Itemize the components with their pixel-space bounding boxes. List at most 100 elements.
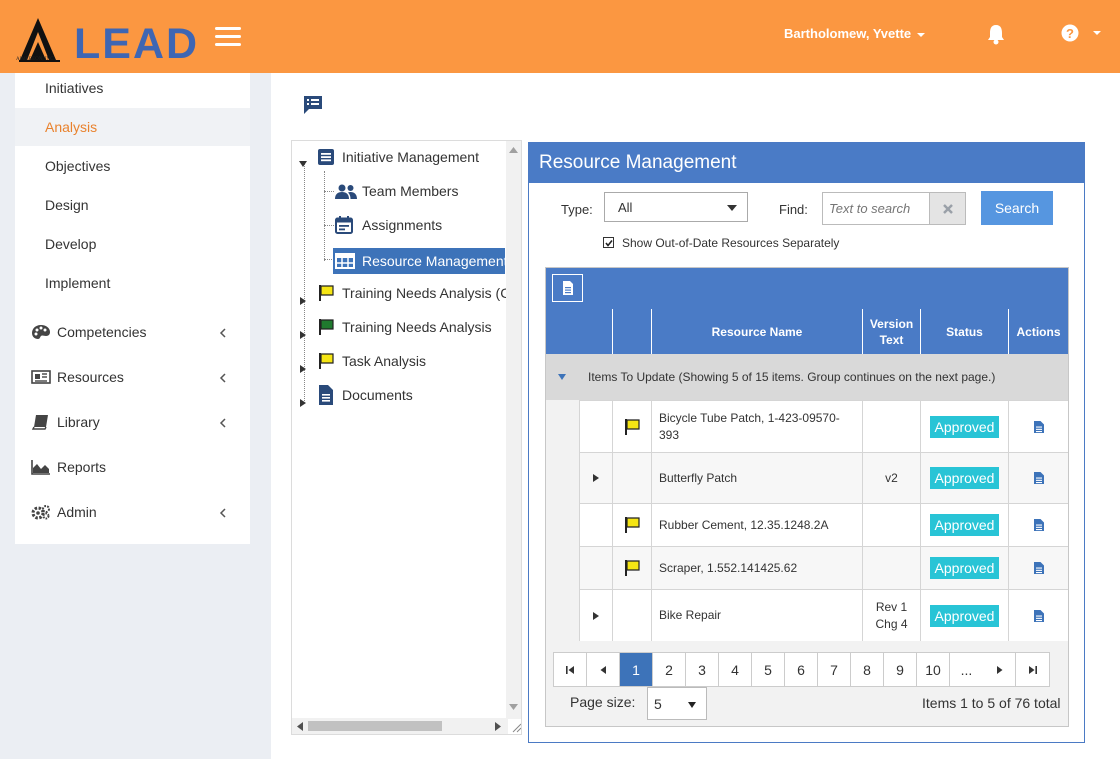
tree-node-team-members[interactable]: Team Members <box>335 178 505 204</box>
more-pages-button[interactable]: ... <box>950 653 983 686</box>
actions-cell[interactable] <box>1008 547 1068 589</box>
row-flag-cell <box>612 590 651 641</box>
tree-scroll-thumb[interactable] <box>308 721 442 731</box>
triangle-right-icon <box>300 365 306 373</box>
help-menu[interactable]: ? <box>1061 24 1101 47</box>
find-input[interactable] <box>822 192 930 225</box>
page-button[interactable]: 3 <box>686 653 719 686</box>
version-text: v2 <box>885 470 898 485</box>
tree-horizontal-scrollbar[interactable] <box>292 718 508 734</box>
document-icon <box>319 385 333 405</box>
pager: 1 2 3 4 5 6 7 8 9 10... <box>553 652 1050 687</box>
header-version-text[interactable]: Version Text <box>862 309 920 354</box>
export-button[interactable] <box>552 274 583 302</box>
tree-node-assignments[interactable]: Assignments <box>335 212 505 238</box>
status-badge[interactable]: Approved <box>929 514 1000 536</box>
prev-page-button[interactable] <box>587 653 620 686</box>
tree-expand-toggle[interactable] <box>299 360 307 373</box>
page-button[interactable]: 1 <box>620 653 653 686</box>
find-label: Find: <box>779 202 808 217</box>
actions-cell[interactable] <box>1008 504 1068 546</box>
initiative-tree[interactable]: Initiative Management Team Members Assig… <box>291 140 522 735</box>
tree-connector <box>324 171 325 261</box>
tree-node-training-needs-analysis-c[interactable]: Training Needs Analysis (C <box>317 280 517 306</box>
tree-node-task-analysis[interactable]: Task Analysis <box>317 348 517 374</box>
group-collapse-icon[interactable] <box>558 374 566 380</box>
tree-vertical-scrollbar[interactable] <box>506 141 521 719</box>
table-row[interactable]: Bicycle Tube Patch, 1-423-09570- 393 Appro… <box>579 400 1068 452</box>
row-expand-cell[interactable] <box>579 590 612 641</box>
header-status[interactable]: Status <box>920 309 1008 354</box>
header-expand-col <box>546 309 612 354</box>
search-button[interactable]: Search <box>981 191 1053 225</box>
status-badge[interactable]: Approved <box>929 415 1000 438</box>
type-select[interactable]: All <box>604 192 748 222</box>
page-button[interactable]: 5 <box>752 653 785 686</box>
bell-icon[interactable] <box>986 23 1006 45</box>
row-expand-icon[interactable] <box>593 611 599 620</box>
chevron-left-icon <box>219 418 226 428</box>
page-button[interactable]: 9 <box>884 653 917 686</box>
actions-cell[interactable] <box>1008 453 1068 503</box>
actions-cell[interactable] <box>1008 590 1068 641</box>
sidebar-item-initiatives[interactable]: Initiatives <box>15 69 250 107</box>
page-button[interactable]: 7 <box>818 653 851 686</box>
sidebar-item-implement[interactable]: Implement <box>15 264 250 302</box>
table-row[interactable]: Scraper, 1.552.141425.62 Approved <box>579 546 1068 589</box>
header-resource-name[interactable]: Resource Name <box>651 309 862 354</box>
grid-header: Resource Name Version Text Status Action… <box>546 309 1068 354</box>
document-icon <box>1033 519 1044 531</box>
tree-collapse-toggle[interactable] <box>299 155 307 167</box>
actions-cell[interactable] <box>1008 401 1068 452</box>
caret-down-icon <box>917 32 926 37</box>
page-button[interactable]: 8 <box>851 653 884 686</box>
row-expand-cell[interactable] <box>579 453 612 503</box>
sidebar-item-objectives[interactable]: Objectives <box>15 147 250 185</box>
tree-node-documents[interactable]: Documents <box>317 382 517 408</box>
resource-name: Butterfly Patch <box>659 470 738 485</box>
sidebar-item-library[interactable]: Library <box>15 403 250 441</box>
menu-toggle-icon[interactable] <box>215 27 241 47</box>
table-row[interactable]: Bike Repair Rev 1 Chg 4 Approved <box>579 589 1068 641</box>
company-name: AIMEREON, INC. <box>16 57 55 62</box>
sidebar-item-competencies[interactable]: Competencies <box>15 313 250 351</box>
row-flag-cell <box>612 504 651 546</box>
sidebar-item-reports[interactable]: Reports <box>15 448 250 486</box>
comment-list-icon[interactable] <box>302 95 324 115</box>
user-menu[interactable]: Bartholomew, Yvette <box>784 26 926 41</box>
sidebar-item-admin[interactable]: Admin <box>15 493 250 531</box>
tree-node-training-needs-analysis[interactable]: Training Needs Analysis <box>317 314 517 340</box>
status-badge[interactable]: Approved <box>929 467 1000 489</box>
sidebar-item-design[interactable]: Design <box>15 186 250 224</box>
status-badge[interactable]: Approved <box>929 604 1000 627</box>
resize-grip-icon[interactable] <box>510 721 522 733</box>
sidebar-item-resources[interactable]: Resources <box>15 358 250 396</box>
version-cell: v2 <box>862 453 920 503</box>
first-page-button[interactable] <box>554 653 587 686</box>
gears-icon <box>31 505 50 520</box>
out-of-date-checkbox[interactable] <box>603 237 614 248</box>
sidebar-item-develop[interactable]: Develop <box>15 225 250 263</box>
page-button[interactable]: 6 <box>785 653 818 686</box>
page-button[interactable]: 4 <box>719 653 752 686</box>
first-page-icon <box>565 665 574 674</box>
status-badge[interactable]: Approved <box>929 557 1000 579</box>
sidebar-item-analysis[interactable]: Analysis <box>15 108 250 146</box>
tree-expand-toggle[interactable] <box>299 292 307 305</box>
page-size-select[interactable]: 5 <box>647 687 707 720</box>
clear-search-button[interactable] <box>930 192 966 225</box>
tree-node-initiative-management[interactable]: Initiative Management <box>317 144 517 170</box>
page-button[interactable]: 2 <box>653 653 686 686</box>
page-button[interactable]: 10 <box>917 653 950 686</box>
last-page-button[interactable] <box>1016 653 1049 686</box>
next-page-button[interactable] <box>983 653 1016 686</box>
row-expand-icon[interactable] <box>593 474 599 482</box>
tree-expand-toggle[interactable] <box>299 326 307 339</box>
row-flag-cell <box>612 453 651 503</box>
tree-node-resource-management[interactable]: Resource Management <box>333 248 508 274</box>
table-row[interactable]: Rubber Cement, 12.35.1248.2A Approved <box>579 503 1068 546</box>
scroll-down-icon <box>509 704 518 710</box>
table-row[interactable]: Butterfly Patch v2 Approved <box>579 452 1068 503</box>
triangle-right-icon <box>300 331 306 339</box>
tree-expand-toggle[interactable] <box>299 394 307 407</box>
